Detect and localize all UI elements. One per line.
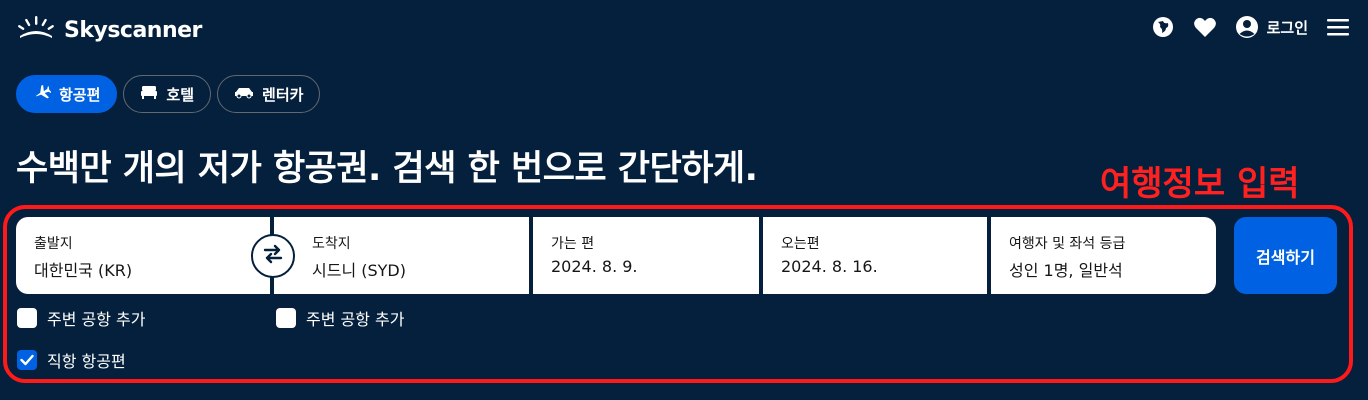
login-label: 로그인 [1266,18,1308,37]
swap-arrows-icon [262,244,284,268]
origin-nearby-label: 주변 공항 추가 [47,310,146,329]
plane-icon [33,83,52,105]
checkmark-icon [20,351,34,370]
return-date-field[interactable]: 오는편 2024. 8. 16. [763,217,987,294]
annotation-label: 여행정보 입력 [1100,164,1300,204]
destination-value: 시드니 (SYD) [312,261,406,280]
return-label: 오는편 [781,236,820,252]
brand-name: Skyscanner [64,17,202,43]
menu-icon[interactable] [1326,15,1350,39]
tab-hotels-label: 호텔 [166,85,195,104]
depart-date-field[interactable]: 가는 편 2024. 8. 9. [533,217,759,294]
direct-flights-label: 직항 항공편 [47,352,126,371]
checkbox-box[interactable] [276,308,296,328]
origin-value: 대한민국 (KR) [34,261,133,280]
destination-label: 도착지 [312,236,351,252]
heart-icon[interactable] [1193,15,1217,39]
skyscanner-logo[interactable]: Skyscanner [16,14,202,46]
origin-field[interactable]: 출발지 대한민국 (KR) [16,217,270,294]
origin-nearby-airports-checkbox[interactable]: 주변 공항 추가 [17,306,146,330]
swap-airports-button[interactable] [251,234,295,278]
destination-nearby-label: 주변 공항 추가 [306,310,405,329]
globe-icon[interactable] [1151,15,1175,39]
origin-label: 출발지 [34,236,73,252]
checkbox-box[interactable] [17,308,37,328]
tab-car-hire[interactable]: 렌터카 [217,75,321,113]
destination-nearby-airports-checkbox[interactable]: 주변 공항 추가 [276,306,405,330]
depart-value: 2024. 8. 9. [551,257,638,276]
checkbox-box-checked[interactable] [17,350,37,370]
travellers-value: 성인 1명, 일반석 [1009,261,1123,280]
tab-flights[interactable]: 항공편 [16,75,118,113]
return-value: 2024. 8. 16. [781,257,878,276]
tab-flights-label: 항공편 [59,85,101,104]
user-icon [1235,15,1259,39]
search-button[interactable]: 검색하기 [1234,217,1337,294]
destination-field[interactable]: 도착지 시드니 (SYD) [274,217,529,294]
login-button[interactable]: 로그인 [1235,15,1308,39]
sunrise-logo-icon [16,14,56,46]
top-bar: Skyscanner 로그인 [0,0,1368,60]
depart-label: 가는 편 [551,236,595,252]
car-icon [234,85,254,103]
travellers-label: 여행자 및 좌석 등급 [1009,236,1126,252]
direct-flights-checkbox[interactable]: 직항 항공편 [17,348,126,372]
travellers-cabin-field[interactable]: 여행자 및 좌석 등급 성인 1명, 일반석 [991,217,1216,294]
page-headline: 수백만 개의 저가 항공권. 검색 한 번으로 간단하게. [16,149,758,189]
product-tabs: 항공편 호텔 렌터카 [16,75,321,113]
tab-hotels[interactable]: 호텔 [123,75,212,113]
tab-car-hire-label: 렌터카 [262,85,304,104]
bed-icon [140,84,158,104]
